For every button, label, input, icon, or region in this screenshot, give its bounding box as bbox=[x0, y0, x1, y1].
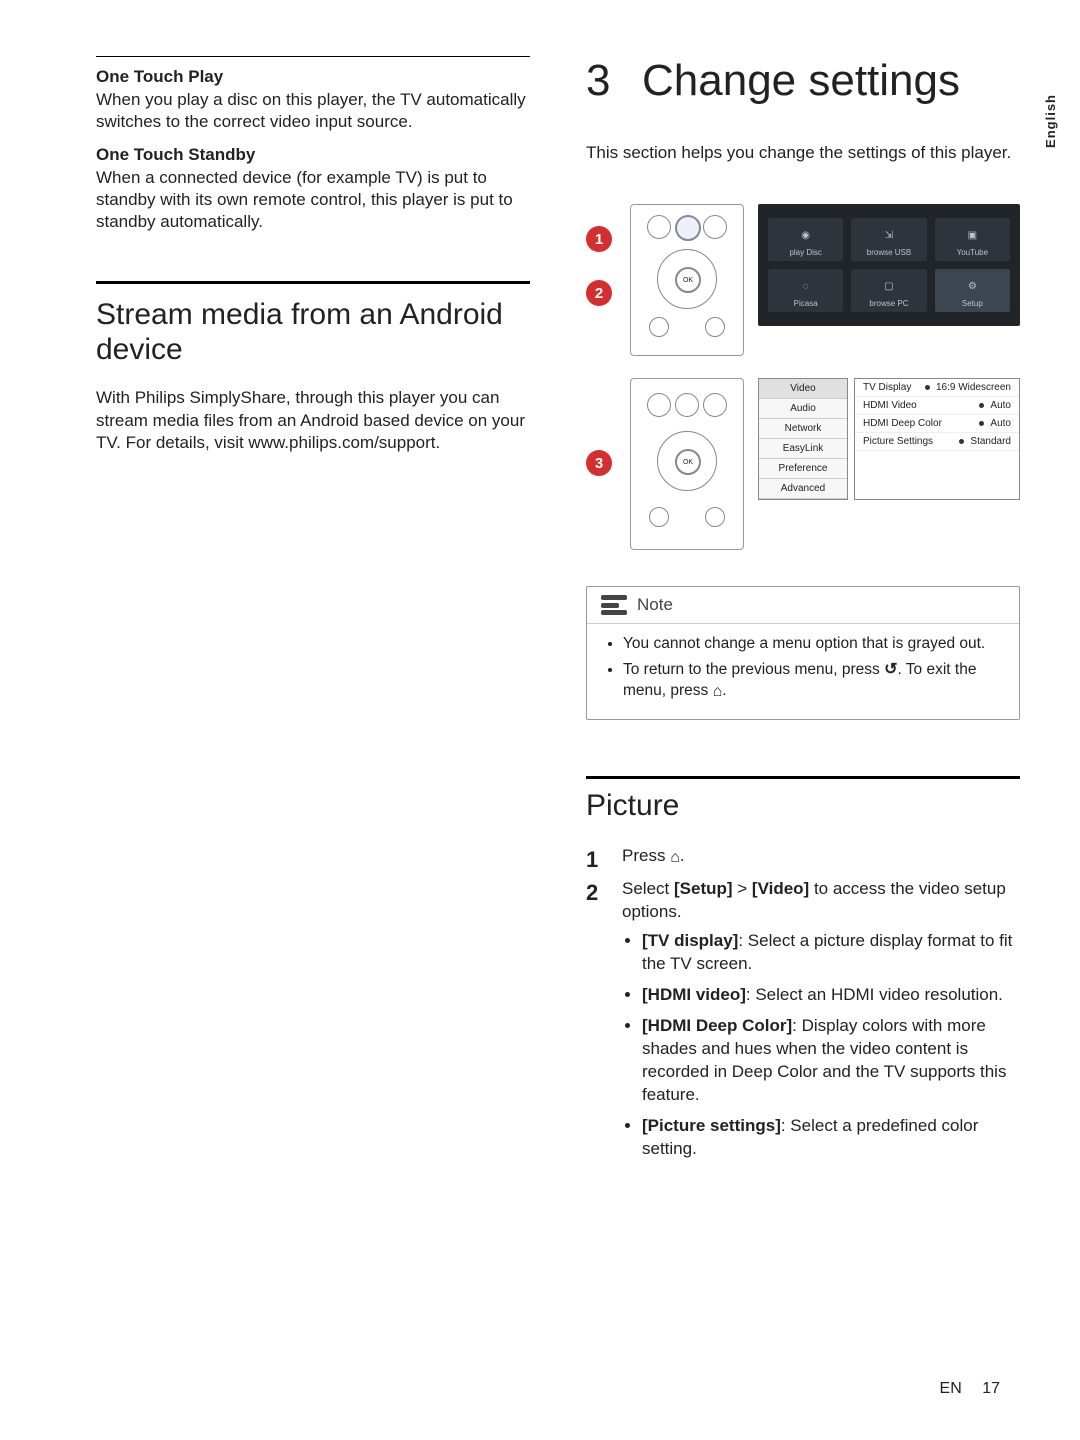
language-tab: English bbox=[1043, 94, 1058, 148]
settings-cat-preference: Preference bbox=[759, 459, 847, 479]
settings-row: HDMI Deep ColorAuto bbox=[855, 415, 1019, 433]
one-touch-standby-title: One Touch Standby bbox=[96, 145, 530, 165]
picture-options-list: [TV display]: Select a picture display f… bbox=[622, 930, 1020, 1160]
picture-option: [HDMI video]: Select an HDMI video resol… bbox=[642, 984, 1020, 1007]
chapter-title: 3Change settings bbox=[586, 56, 1020, 106]
remote-illustration-bottom: OK bbox=[630, 378, 744, 550]
pc-icon: ▢ bbox=[884, 273, 893, 299]
home-icon: ⌂ bbox=[713, 681, 723, 703]
settings-row: Picture SettingsStandard bbox=[855, 433, 1019, 451]
note-item: To return to the previous menu, press ↺.… bbox=[623, 659, 1001, 703]
settings-row: TV Display16:9 Widescreen bbox=[855, 379, 1019, 397]
step-number: 1 bbox=[586, 845, 608, 875]
settings-category-list: Video Audio Network EasyLink Preference … bbox=[758, 378, 848, 500]
note-box: Note You cannot change a menu option tha… bbox=[586, 586, 1020, 719]
marker-stack: 1 2 bbox=[586, 226, 616, 306]
settings-cat-network: Network bbox=[759, 419, 847, 439]
manual-page: One Touch Play When you play a disc on t… bbox=[0, 0, 1080, 1440]
footer-lang: EN bbox=[940, 1380, 962, 1397]
note-title: Note bbox=[637, 595, 673, 615]
back-icon: ↺ bbox=[884, 659, 897, 681]
picasa-icon: ◌ bbox=[803, 273, 809, 299]
page-footer: EN 17 bbox=[940, 1380, 1000, 1398]
step-marker-2: 2 bbox=[586, 280, 612, 306]
home-icon: ⌂ bbox=[670, 847, 680, 869]
chapter-number: 3 bbox=[586, 56, 642, 106]
picture-option: [TV display]: Select a picture display f… bbox=[642, 930, 1020, 976]
section-rule bbox=[586, 776, 1020, 779]
rule bbox=[96, 56, 530, 57]
diagram-remote-and-home: 1 2 OK ◉play Disc ⇲browse USB ▣YouTube ◌… bbox=[586, 204, 1020, 356]
step-body: Press ⌂. bbox=[622, 845, 1020, 875]
home-tile-youtube: ▣YouTube bbox=[935, 218, 1010, 261]
settings-cat-video: Video bbox=[759, 379, 847, 399]
home-tile-setup: ⚙Setup bbox=[935, 269, 1010, 312]
picture-option: [HDMI Deep Color]: Display colors with m… bbox=[642, 1015, 1020, 1107]
step-body: Select [Setup] > [Video] to access the v… bbox=[622, 878, 1020, 1168]
chapter-intro: This section helps you change the settin… bbox=[586, 142, 1020, 164]
disc-icon: ◉ bbox=[801, 222, 810, 248]
step-2: 2 Select [Setup] > [Video] to access the… bbox=[586, 878, 1020, 1168]
right-column: 3Change settings This section helps you … bbox=[586, 56, 1020, 1440]
stream-body: With Philips SimplyShare, through this p… bbox=[96, 387, 530, 453]
settings-cat-easylink: EasyLink bbox=[759, 439, 847, 459]
remote-illustration-top: OK bbox=[630, 204, 744, 356]
stream-heading: Stream media from an Android device bbox=[96, 298, 530, 367]
one-touch-play-body: When you play a disc on this player, the… bbox=[96, 89, 530, 133]
home-tile-picasa: ◌Picasa bbox=[768, 269, 843, 312]
usb-icon: ⇲ bbox=[885, 222, 893, 248]
one-touch-play-title: One Touch Play bbox=[96, 67, 530, 87]
picture-steps: 1 Press ⌂. 2 Select [Setup] > [Video] to… bbox=[586, 845, 1020, 1169]
footer-page-number: 17 bbox=[982, 1380, 1000, 1397]
step-1: 1 Press ⌂. bbox=[586, 845, 1020, 875]
settings-row: HDMI VideoAuto bbox=[855, 397, 1019, 415]
picture-heading: Picture bbox=[586, 789, 1020, 823]
home-tile-browse-usb: ⇲browse USB bbox=[851, 218, 926, 261]
picture-option: [Picture settings]: Select a predefined … bbox=[642, 1115, 1020, 1161]
note-icon bbox=[601, 595, 627, 615]
diagram-settings: 3 OK Video Audio Network EasyLink Prefer… bbox=[586, 378, 1020, 550]
home-tile-browse-pc: ▢browse PC bbox=[851, 269, 926, 312]
step-marker-3: 3 bbox=[586, 450, 612, 476]
settings-values-panel: TV Display16:9 Widescreen HDMI VideoAuto… bbox=[854, 378, 1020, 500]
left-column: One Touch Play When you play a disc on t… bbox=[96, 56, 530, 1440]
note-item: You cannot change a menu option that is … bbox=[623, 634, 1001, 655]
note-body: You cannot change a menu option that is … bbox=[587, 624, 1019, 718]
section-rule bbox=[96, 281, 530, 284]
one-touch-standby-body: When a connected device (for example TV)… bbox=[96, 167, 530, 233]
youtube-icon: ▣ bbox=[968, 222, 977, 248]
settings-cat-audio: Audio bbox=[759, 399, 847, 419]
settings-menu: Video Audio Network EasyLink Preference … bbox=[758, 378, 1020, 500]
settings-cat-advanced: Advanced bbox=[759, 479, 847, 499]
step-number: 2 bbox=[586, 878, 608, 1168]
home-tile-play-disc: ◉play Disc bbox=[768, 218, 843, 261]
note-header: Note bbox=[587, 587, 1019, 624]
tv-home-menu: ◉play Disc ⇲browse USB ▣YouTube ◌Picasa … bbox=[758, 204, 1020, 326]
setup-icon: ⚙ bbox=[968, 273, 977, 299]
chapter-heading-text: Change settings bbox=[642, 56, 960, 105]
step-marker-1: 1 bbox=[586, 226, 612, 252]
